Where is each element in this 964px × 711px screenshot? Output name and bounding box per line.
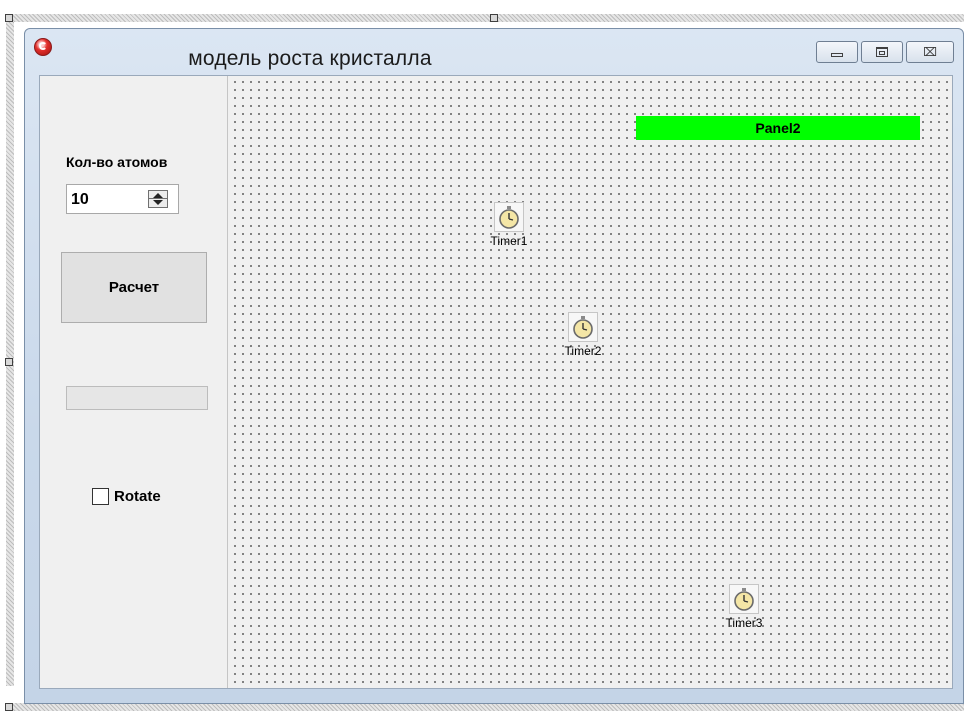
resize-handle-middle-left[interactable] [5,358,13,366]
close-icon: ⌧ [923,45,937,59]
timer3-stopwatch-icon[interactable] [729,584,759,614]
timer2-stopwatch-icon[interactable] [568,312,598,342]
minimize-button[interactable] [816,41,858,63]
resize-handle-bottom-left[interactable] [5,703,13,711]
timer2-component[interactable]: Timer2 [553,312,613,358]
timer1-component[interactable]: Timer1 [479,202,539,248]
close-button[interactable]: ⌧ [906,41,954,63]
calculate-button[interactable]: Расчет [61,252,207,323]
designer-border-top [6,14,964,22]
progress-bar [66,386,208,410]
atoms-count-spinedit[interactable]: 10 [66,184,179,214]
maximize-button[interactable] [861,41,903,63]
minimize-icon [831,53,843,57]
resize-handle-top-middle[interactable] [490,14,498,22]
atoms-count-label: Кол-во атомов [66,154,168,170]
atoms-count-value[interactable]: 10 [71,191,89,209]
resize-handle-top-left[interactable] [5,14,13,22]
design-grid-canvas[interactable]: Panel2 Timer1 Timer2 Timer3 [228,76,952,688]
timer2-label: Timer2 [564,344,602,358]
window-title: модель роста кристалла [188,47,432,70]
timer3-component[interactable]: Timer3 [714,584,774,630]
spin-buttons[interactable] [148,190,168,208]
timer1-label: Timer1 [490,234,528,248]
rotate-checkbox[interactable]: Rotate [92,488,161,505]
spin-up-arrow-icon[interactable] [153,193,163,198]
form-client-area: Кол-во атомов 10 Расчет Rotate Panel2 Ti… [39,75,953,689]
rotate-checkbox-box[interactable] [92,488,109,505]
designer-border-bottom [6,703,964,711]
form-window: модель роста кристалла ⌧ Кол-во атомов 1… [24,28,964,704]
left-panel: Кол-во атомов 10 Расчет Rotate [40,76,228,688]
title-bar[interactable]: модель роста кристалла ⌧ [25,29,963,70]
rotate-checkbox-label[interactable]: Rotate [114,488,161,505]
maximize-icon [876,47,888,57]
spin-down-arrow-icon[interactable] [153,200,163,205]
caption-buttons: ⌧ [816,41,954,63]
designer-border-left [6,22,14,686]
timer1-stopwatch-icon[interactable] [494,202,524,232]
timer3-label: Timer3 [725,616,763,630]
panel2[interactable]: Panel2 [636,116,920,140]
